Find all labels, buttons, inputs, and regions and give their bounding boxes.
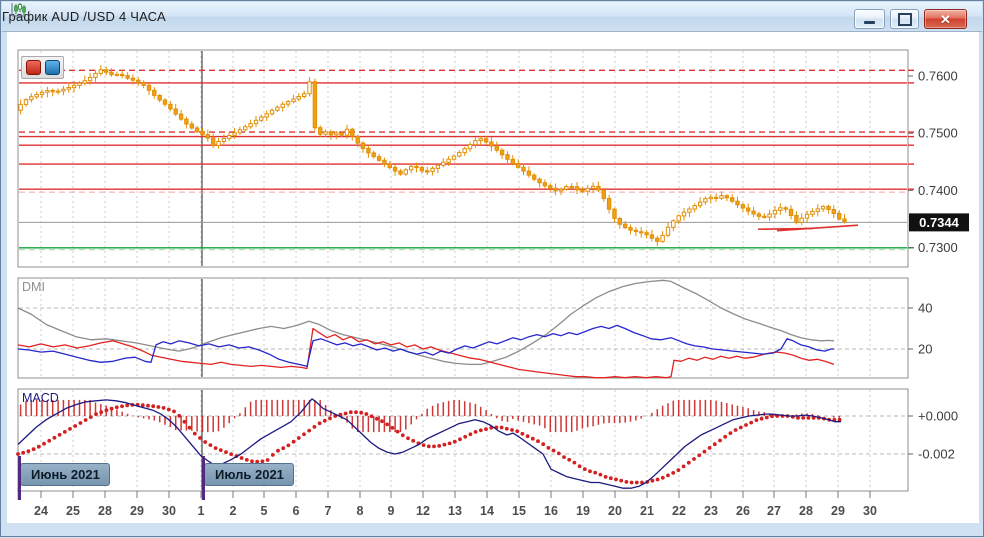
svg-text:29: 29 [831,504,845,518]
svg-text:40: 40 [918,301,932,316]
svg-text:0.7600: 0.7600 [918,69,958,84]
close-icon: ✕ [940,11,951,27]
svg-text:13: 13 [448,504,462,518]
svg-text:9: 9 [388,504,395,518]
svg-text:DMI: DMI [22,280,45,294]
chart-plot[interactable]: DMI MACD 0.7600 0.7500 0.7400 0.7300 0.7344 40 2… [1,1,984,538]
svg-text:0.7400: 0.7400 [918,183,958,198]
svg-text:0.7344: 0.7344 [919,215,960,230]
month-label-july: Июль 2021 [204,463,294,486]
svg-text:27: 27 [767,504,781,518]
svg-text:30: 30 [863,504,877,518]
svg-text:19: 19 [576,504,590,518]
svg-text:1: 1 [198,504,205,518]
svg-text:8: 8 [357,504,364,518]
svg-text:28: 28 [799,504,813,518]
svg-text:12: 12 [416,504,430,518]
svg-text:5: 5 [261,504,268,518]
svg-text:20: 20 [608,504,622,518]
svg-text:0.7500: 0.7500 [918,126,958,141]
svg-text:6: 6 [293,504,300,518]
maximize-button[interactable] [890,9,919,29]
month-label-june: Июнь 2021 [20,463,110,486]
red-marker-button[interactable] [25,60,41,75]
svg-text:0.7300: 0.7300 [918,240,958,255]
svg-text:29: 29 [130,504,144,518]
svg-text:-0.002: -0.002 [918,447,955,462]
svg-text:2: 2 [230,504,237,518]
svg-text:14: 14 [480,504,494,518]
candlestick-chart-icon [11,3,26,17]
chart-mini-toolbar [21,56,64,79]
svg-text:30: 30 [162,504,176,518]
svg-text:28: 28 [98,504,112,518]
svg-text:MACD: MACD [22,391,59,405]
svg-text:22: 22 [672,504,686,518]
maximize-icon [897,12,912,26]
svg-text:25: 25 [66,504,80,518]
svg-text:23: 23 [704,504,718,518]
minimize-button[interactable] [854,9,885,29]
svg-text:16: 16 [544,504,558,518]
svg-text:24: 24 [34,504,48,518]
svg-text:7: 7 [325,504,332,518]
svg-text:+0.000: +0.000 [918,409,958,424]
svg-text:21: 21 [640,504,654,518]
close-button[interactable]: ✕ [924,9,967,29]
svg-text:26: 26 [736,504,750,518]
blue-marker-button[interactable] [44,60,60,75]
svg-text:20: 20 [918,342,932,357]
month-start-marker [202,456,205,500]
svg-text:15: 15 [512,504,526,518]
month-start-marker [18,456,21,500]
minimize-icon [864,21,875,24]
title-bar: График AUD /USD 4 ЧАСА [2,2,982,32]
chart-window: График AUD /USD 4 ЧАСА ✕ DMI MACD 0.7600 0.… [0,0,984,537]
